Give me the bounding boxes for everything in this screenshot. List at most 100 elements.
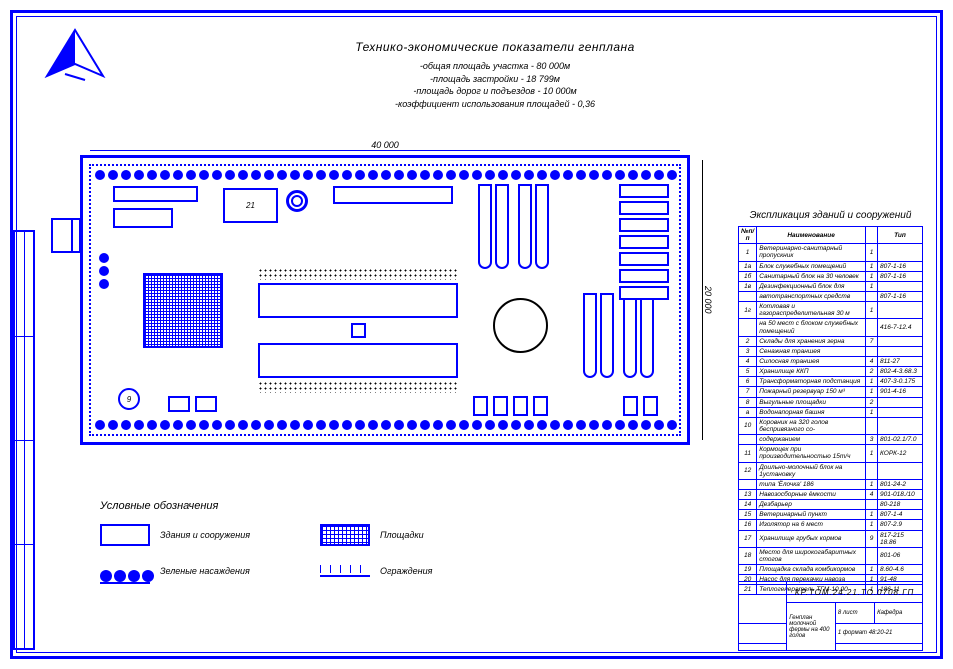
table-row: 1гКотловая и газораспределительная 30 м1: [739, 302, 923, 319]
spec-th: [866, 227, 878, 244]
entrance-gate: [71, 218, 81, 253]
spec-cell: [878, 346, 923, 356]
spec-cell: Водонапорная башня: [757, 407, 866, 417]
legend-row: Ограждения: [320, 565, 520, 577]
spec-cell: [878, 417, 923, 434]
table-row: 12Доильно-молочный блок на 1установку: [739, 462, 923, 479]
table-row: 4Силосная траншея4811-27: [739, 356, 923, 366]
table-row: 1Ветеринарно-санитарный пропускник1: [739, 244, 923, 261]
spec-cell: 801-24-2: [878, 479, 923, 489]
trench: [640, 293, 654, 378]
metric-row: -коэффициент использования площадей - 0,…: [280, 98, 710, 111]
spec-cell: 1: [866, 510, 878, 520]
spec-cell: 811-27: [878, 356, 923, 366]
spec-cell: Пожарный резервуар 150 м³: [757, 387, 866, 397]
table-row: 11Кормоцех при производительностью 15т/ч…: [739, 445, 923, 462]
spec-cell: Площадка склада комбикормов: [757, 565, 866, 575]
spec-cell: 7: [866, 336, 878, 346]
spec-cell: 807-1-4: [878, 510, 923, 520]
legend-symbol-plantings-icon: [100, 560, 150, 582]
legend-label: Зеленые насаждения: [160, 566, 250, 576]
specification: Экспликация зданий и сооружений №п/п Наи…: [738, 210, 923, 595]
spec-cell: 1: [866, 302, 878, 319]
spec-cell: 807-2.9: [878, 520, 923, 530]
legend-label: Площадки: [380, 530, 424, 540]
trench: [495, 184, 509, 269]
spec-cell: 1: [866, 271, 878, 281]
titleblock-dept: Кафедра: [875, 603, 923, 623]
trench: [518, 184, 532, 269]
spec-cell: содержанием: [757, 435, 866, 445]
spec-cell: Дезинфекционный блок для: [757, 281, 866, 291]
spec-cell: 801-06: [878, 547, 923, 564]
table-row: содержанием3801-02.1/7.0: [739, 435, 923, 445]
spec-cell: [739, 435, 757, 445]
table-row: 1бСанитарный блок на 30 человек1807-1-16: [739, 271, 923, 281]
spec-cell: 4: [866, 356, 878, 366]
header: Технико-экономические показатели генплан…: [280, 40, 710, 110]
spec-cell: 901-4-16: [878, 387, 923, 397]
spec-cell: Место для широкогабаритных стогов: [757, 547, 866, 564]
spec-th: Тип: [878, 227, 923, 244]
header-metrics: -общая площадь участка - 80 000м -площад…: [280, 60, 710, 110]
spec-cell: [739, 319, 757, 336]
spec-cell: 1: [866, 377, 878, 387]
spec-cell: 3: [739, 346, 757, 356]
spec-cell: Изолятор на 6 мест: [757, 520, 866, 530]
bldg-small: [643, 396, 658, 416]
bldg-label: 21: [246, 201, 255, 210]
spec-cell: 2: [866, 397, 878, 407]
legend: Условные обозначения Здания и сооружения…: [100, 500, 500, 582]
titleblock-project: Генплан молочной: [789, 615, 833, 627]
dimension-height: 20 000: [702, 160, 713, 440]
table-row: 6Трансформаторная подстанция1407-3-0.175: [739, 377, 923, 387]
spec-cell: 2: [866, 367, 878, 377]
table-row: аВодонапорная башня1: [739, 407, 923, 417]
spec-cell: 802-4-3.68.3: [878, 367, 923, 377]
table-row: 1вДезинфекционный блок для1: [739, 281, 923, 291]
bldg-label: 9: [127, 395, 131, 404]
trench: [478, 184, 492, 269]
spec-cell: 19: [739, 565, 757, 575]
table-row: 16Изолятор на 6 мест1807-2.9: [739, 520, 923, 530]
bldg-small: [351, 323, 366, 338]
spec-cell: 1г: [739, 302, 757, 319]
spec-cell: 416-7-12.4: [878, 319, 923, 336]
table-row: 15Ветеринарный пункт1807-1-4: [739, 510, 923, 520]
metric-row: -площадь дорог и подъездов - 10 000м: [280, 85, 710, 98]
reservoir-circle: [493, 298, 548, 353]
trench: [623, 293, 637, 378]
spec-cell: Склады для хранения зерна: [757, 336, 866, 346]
legend-symbol-buildings-icon: [100, 524, 150, 546]
spec-cell: типа 'Ёлочка' 186: [757, 479, 866, 489]
spec-cell: [878, 397, 923, 407]
spec-cell: Санитарный блок на 30 человек: [757, 271, 866, 281]
spec-cell: [866, 500, 878, 510]
spec-cell: 901-018./10: [878, 489, 923, 499]
spec-cell: 1: [866, 479, 878, 489]
legend-symbol-fences-icon: [320, 565, 370, 577]
spec-th: Наименование: [757, 227, 866, 244]
titleblock-project: фермы на 400 голов: [789, 627, 833, 639]
spec-cell: Блок служебных помещений: [757, 261, 866, 271]
spec-cell: 1: [866, 244, 878, 261]
spec-cell: Доильно-молочный блок на 1установку: [757, 462, 866, 479]
spec-cell: 18: [739, 547, 757, 564]
legend-label: Ограждения: [380, 566, 432, 576]
spec-cell: 80-218: [878, 500, 923, 510]
spec-cell: [866, 417, 878, 434]
legend-title: Условные обозначения: [100, 500, 500, 512]
spec-cell: 4: [739, 356, 757, 366]
spec-cell: на 50 мест с блоком служебных помещений: [757, 319, 866, 336]
table-row: 18Место для широкогабаритных стогов 801-0…: [739, 547, 923, 564]
table-row: 1аБлок служебных помещений1807-1-16: [739, 261, 923, 271]
spec-cell: 1б: [739, 271, 757, 281]
spec-cell: 8: [739, 397, 757, 407]
spec-cell: 16: [739, 520, 757, 530]
spec-cell: 1: [866, 261, 878, 271]
table-row: 14Дезбарьер80-218: [739, 500, 923, 510]
spec-cell: 14: [739, 500, 757, 510]
bldg-circle: 9: [118, 388, 140, 410]
spec-cell: [878, 407, 923, 417]
spec-cell: 1: [866, 387, 878, 397]
